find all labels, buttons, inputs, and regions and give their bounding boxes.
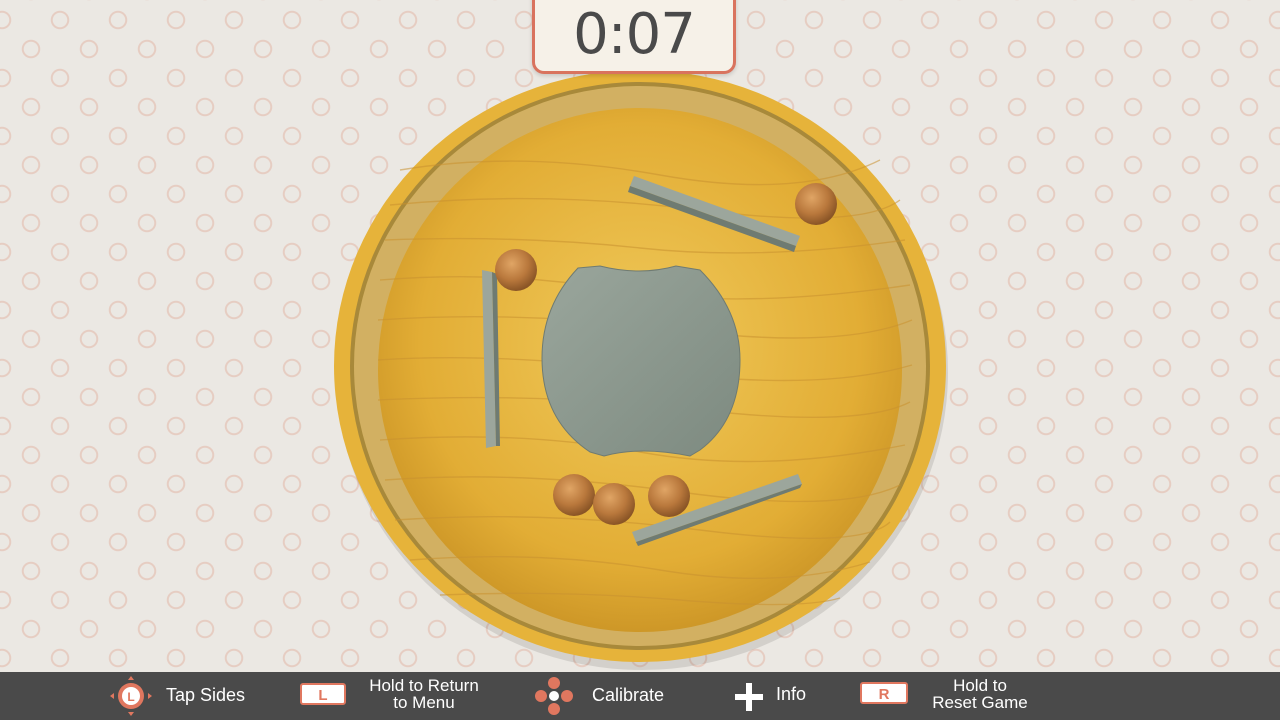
hold-to-return-label: Hold to Return to Menu bbox=[369, 676, 479, 712]
controls-bar: L Tap Sides L Hold to Return to Menu Cal… bbox=[0, 672, 1280, 720]
ball bbox=[553, 474, 595, 516]
tap-sides-label: Tap Sides bbox=[166, 685, 246, 705]
ball bbox=[648, 475, 690, 517]
center-stone-block bbox=[541, 265, 741, 457]
hold-to-reset-label: Hold to Reset Game bbox=[932, 676, 1028, 712]
svg-text:L: L bbox=[127, 690, 134, 704]
ball bbox=[593, 483, 635, 525]
dpad-icon bbox=[535, 677, 573, 715]
L-stick-icon: L bbox=[110, 676, 152, 716]
plus-icon bbox=[735, 683, 763, 711]
timer-value: 0:07 bbox=[573, 2, 696, 67]
L-button-icon: L bbox=[300, 683, 346, 705]
game-board[interactable] bbox=[0, 0, 1280, 672]
ball bbox=[795, 183, 837, 225]
info-label: Info bbox=[776, 684, 807, 704]
calibrate-label: Calibrate bbox=[592, 685, 665, 705]
ball bbox=[495, 249, 537, 291]
timer-display: 0:07 bbox=[532, 0, 736, 74]
R-button-icon: R bbox=[860, 682, 908, 704]
